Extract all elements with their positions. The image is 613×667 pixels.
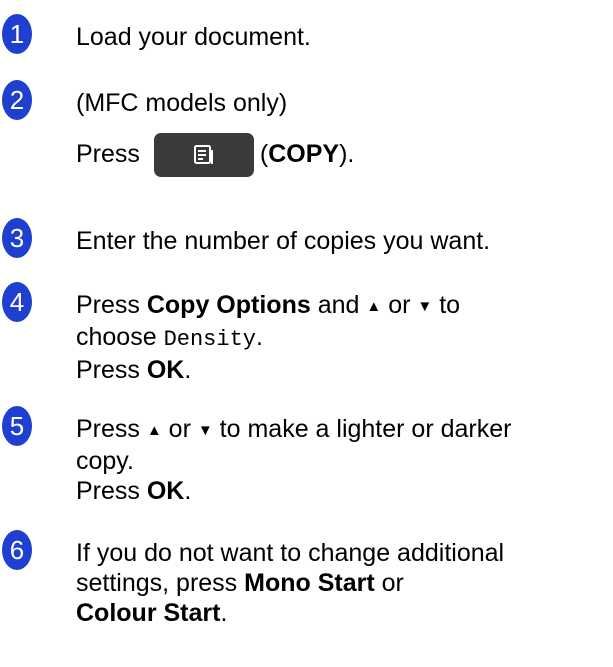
step-5-line-2: copy. <box>76 447 134 475</box>
step-number-2: 2 <box>2 80 32 120</box>
colour-start-button-label: Colour Start <box>76 599 221 627</box>
step-1-text: Load your document. <box>76 22 607 52</box>
step-6-text: If you do not want to change additional … <box>76 538 607 628</box>
copy-button[interactable] <box>153 133 254 178</box>
mono-start-button-label: Mono Start <box>244 569 375 597</box>
step-number-4: 4 <box>2 282 32 322</box>
step-4: 4 Press Copy Options and ▲ or ▼ to choos… <box>0 282 613 385</box>
copy-icon <box>193 145 213 165</box>
copy-label: COPY <box>268 140 340 168</box>
step-6: 6 If you do not want to change additiona… <box>0 530 613 640</box>
step-5-line-3: Press OK. <box>76 476 607 506</box>
settings-text: settings, press <box>76 569 238 597</box>
step-3-text: Enter the number of copies you want. <box>76 226 607 256</box>
or-text: or <box>168 415 191 443</box>
step-1: 1 Load your document. <box>0 14 613 58</box>
up-arrow-icon: ▲ <box>146 422 162 439</box>
step-5: 5 Press ▲ or ▼ to make a lighter or dark… <box>0 406 613 506</box>
period: . <box>184 356 192 384</box>
down-arrow-icon: ▼ <box>197 422 213 439</box>
step-2-line-2: Press (COPY). <box>76 132 607 178</box>
period: . <box>256 323 263 351</box>
ok-button-label: OK <box>146 477 185 505</box>
step-number-5: 5 <box>2 406 32 446</box>
period: . <box>220 599 228 627</box>
press-text: Press <box>76 291 140 319</box>
step-6-line-2: settings, press Mono Start or <box>76 568 607 598</box>
step-2: 2 (MFC models only) Press (COPY). <box>0 80 613 190</box>
press-text: Press <box>76 415 140 443</box>
press-text: Press <box>76 140 140 168</box>
to-text: to <box>439 291 461 319</box>
step-2-text: (MFC models only) Press (COPY). <box>76 88 607 178</box>
period: . <box>184 477 192 505</box>
copy-options-button-label: Copy Options <box>146 291 311 319</box>
copy-open-paren: ( <box>259 140 269 168</box>
step-5-text: Press ▲ or ▼ to make a lighter or darker… <box>76 414 607 506</box>
step-1-line: Load your document. <box>76 23 311 51</box>
step-number-3: 3 <box>2 218 32 258</box>
step-3-line: Enter the number of copies you want. <box>76 227 491 255</box>
density-option: Density <box>163 327 256 352</box>
step-2-line-1: (MFC models only) <box>76 89 288 117</box>
step-4-text: Press Copy Options and ▲ or ▼ to choose … <box>76 290 607 385</box>
up-arrow-icon: ▲ <box>366 298 382 315</box>
step-4-line-3: Press OK. <box>76 355 607 385</box>
down-arrow-icon: ▼ <box>417 298 433 315</box>
step-number-1: 1 <box>2 14 32 54</box>
or-text: or <box>388 291 411 319</box>
and-text: and <box>317 291 360 319</box>
press-text: Press <box>76 477 140 505</box>
step-3: 3 Enter the number of copies you want. <box>0 218 613 262</box>
copy-close: ). <box>339 140 355 168</box>
press-text: Press <box>76 356 140 384</box>
ok-button-label: OK <box>146 356 185 384</box>
step-4-line-2: choose Density. <box>76 322 607 355</box>
lighter-darker-text: to make a lighter or darker <box>219 415 512 443</box>
or-text: or <box>381 569 404 597</box>
step-6-line-1: If you do not want to change additional <box>76 539 505 567</box>
step-6-line-3: Colour Start. <box>76 598 607 628</box>
step-5-line-1: Press ▲ or ▼ to make a lighter or darker <box>76 414 607 446</box>
step-4-line-1: Press Copy Options and ▲ or ▼ to <box>76 290 607 322</box>
step-number-6: 6 <box>2 530 32 570</box>
choose-text: choose <box>76 323 157 351</box>
